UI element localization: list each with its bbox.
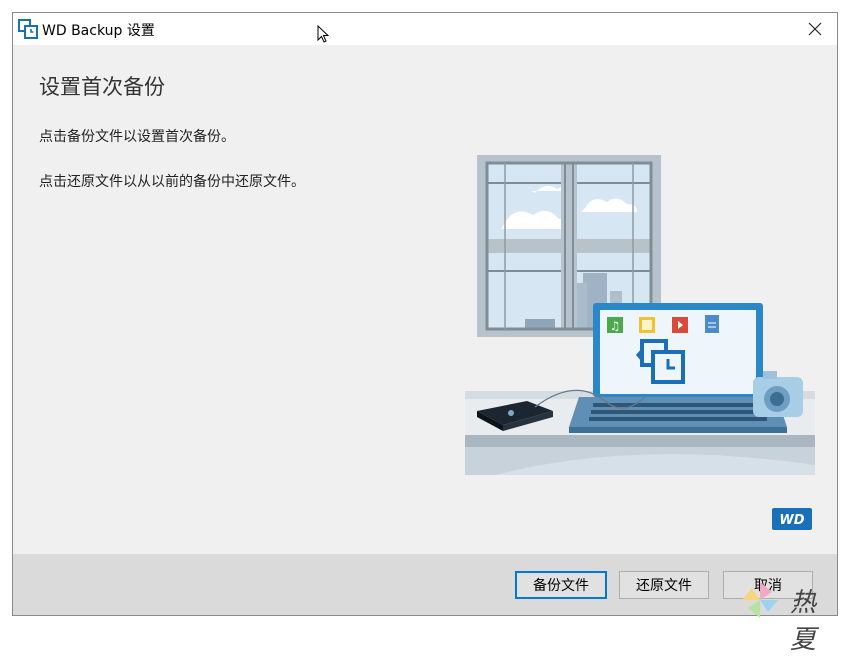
backup-files-button[interactable]: 备份文件 xyxy=(515,571,607,599)
restore-files-button[interactable]: 还原文件 xyxy=(619,571,709,599)
pinwheel-icon xyxy=(742,582,778,618)
svg-text:♫: ♫ xyxy=(610,319,621,333)
wd-logo-text: WD xyxy=(779,513,804,528)
wd-logo: WD xyxy=(772,508,812,530)
desktop-background xyxy=(0,0,851,12)
wd-backup-app-icon xyxy=(18,19,38,39)
instruction-restore: 点击还原文件以从以前的备份中还原文件。 xyxy=(39,174,305,190)
title-bar[interactable]: WD Backup 设置 xyxy=(13,13,837,45)
button-bar: 备份文件 还原文件 取消 xyxy=(13,554,837,615)
watermark-text: 热夏 xyxy=(790,588,821,655)
mouse-cursor-icon xyxy=(317,25,330,43)
setup-window: WD Backup 设置 设置首次备份 点击备份文件以设置首次备份。 点击还原文… xyxy=(12,12,838,616)
instruction-backup: 点击备份文件以设置首次备份。 xyxy=(39,129,235,145)
window-title: WD Backup 设置 xyxy=(42,23,155,39)
close-button[interactable] xyxy=(793,13,837,45)
watermark: 热夏 xyxy=(738,578,848,655)
page-title: 设置首次备份 xyxy=(39,75,165,99)
close-icon xyxy=(808,22,822,36)
backup-illustration: ♫ xyxy=(465,155,815,475)
